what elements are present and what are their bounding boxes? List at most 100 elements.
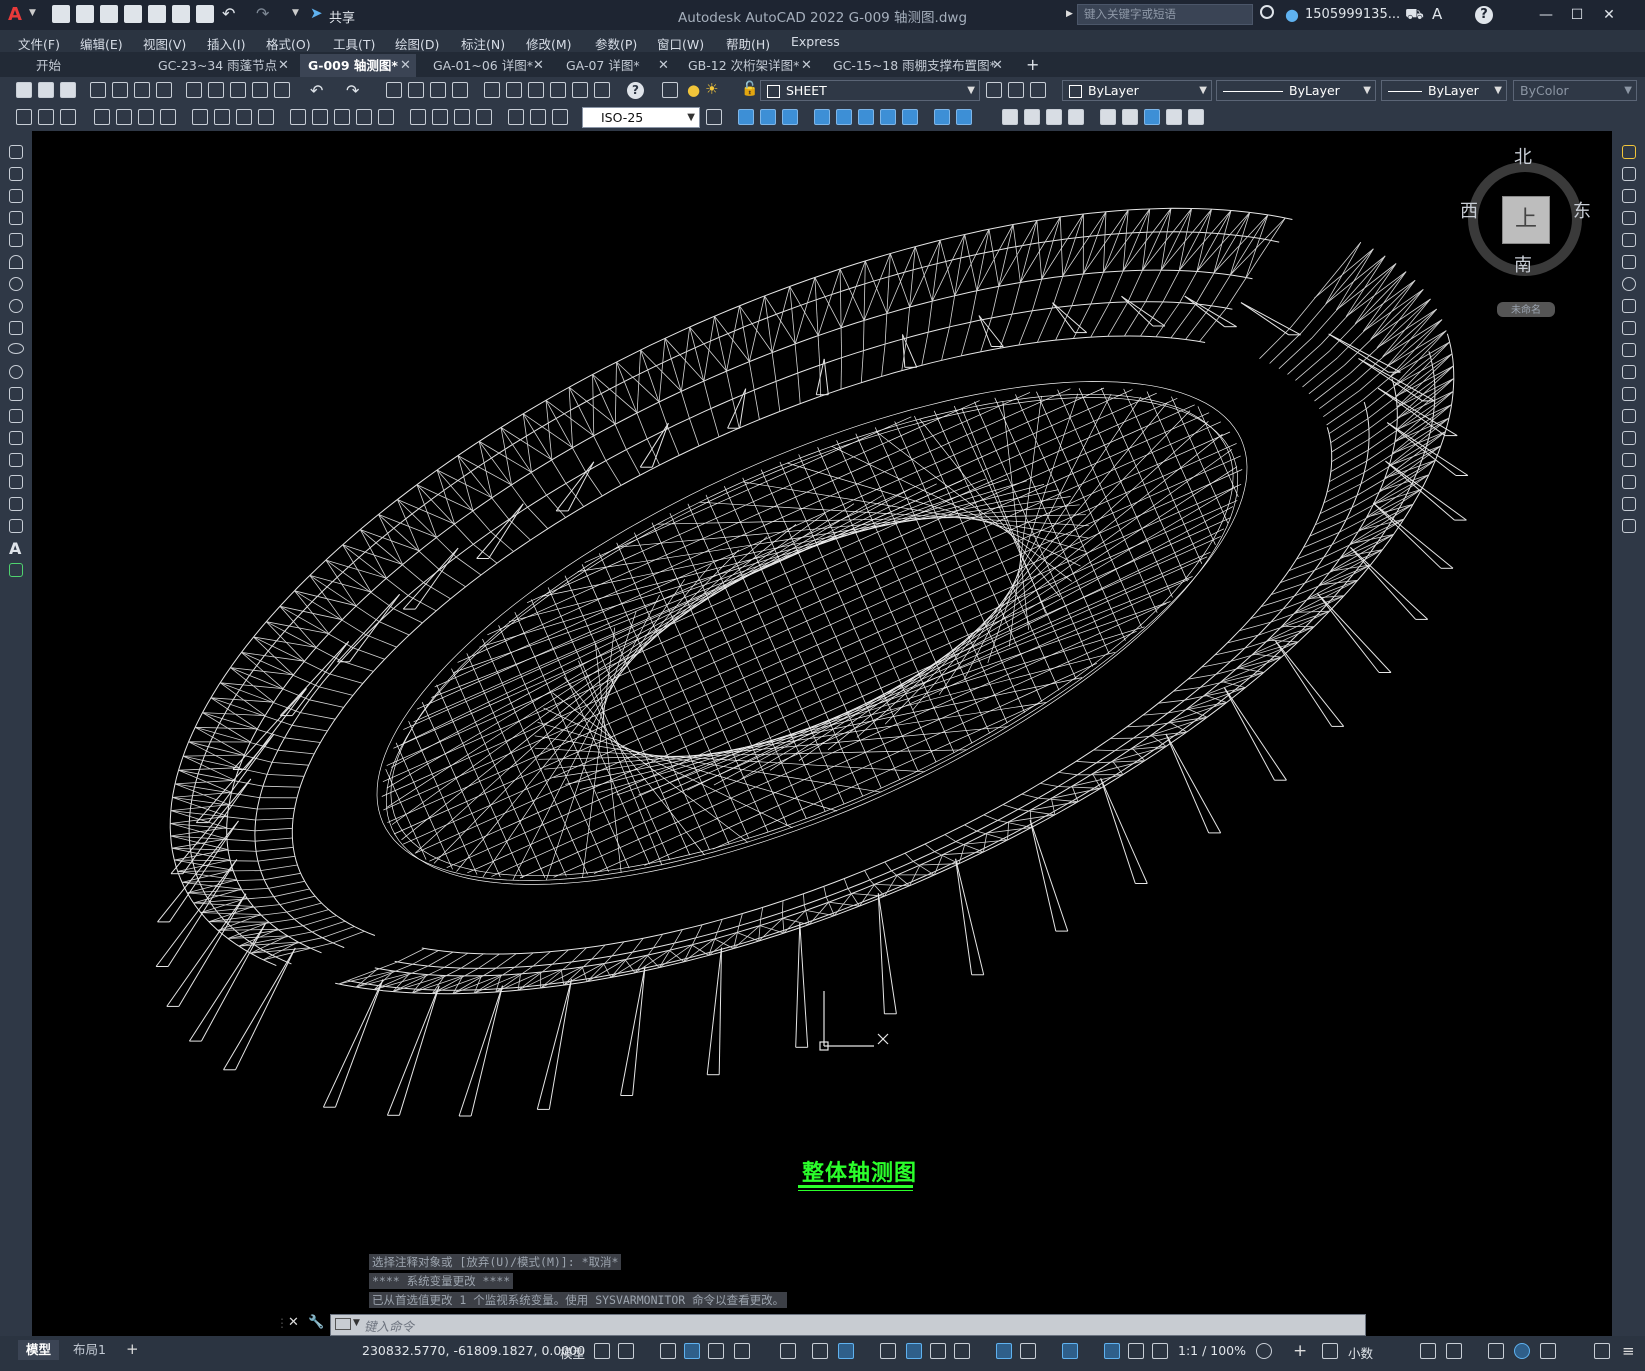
cut-icon[interactable] (186, 82, 202, 98)
object-snap-icon[interactable] (838, 1343, 854, 1359)
insert-block-icon[interactable] (9, 387, 23, 401)
point-icon[interactable] (9, 431, 23, 445)
command-customize-icon[interactable]: 🔧 (308, 1315, 324, 1330)
jogged-linear-icon[interactable] (410, 109, 426, 125)
add-layout-icon[interactable]: + (126, 1340, 139, 1358)
dim-text-edit-icon[interactable] (454, 109, 470, 125)
dim-diameter-icon[interactable] (160, 109, 176, 125)
compass-west[interactable]: 西 (1460, 197, 1478, 223)
interfere-icon[interactable] (1046, 109, 1062, 125)
layer-match-icon[interactable] (1030, 82, 1046, 98)
layer-previous-icon[interactable] (1008, 82, 1024, 98)
spline-icon[interactable] (9, 321, 23, 335)
explode-icon[interactable] (1622, 519, 1636, 533)
tab-model[interactable]: 模型 (18, 1340, 60, 1360)
menu-dimension[interactable]: 标注(N) (461, 34, 505, 53)
search-icon[interactable] (1260, 5, 1274, 19)
cursor-coordinates[interactable]: 230832.5770, -61809.1827, 0.0000 (362, 1343, 585, 1358)
tab-close-icon[interactable]: ✕ (801, 54, 812, 77)
calculator-icon[interactable] (594, 82, 610, 98)
box-icon[interactable] (738, 109, 754, 125)
cart-icon[interactable]: ⛟ (1405, 5, 1424, 25)
selection-cycling-icon[interactable] (930, 1343, 946, 1359)
annotation-scale-value[interactable]: 1:1 / 100% (1178, 1343, 1246, 1358)
customization-icon[interactable] (1594, 1343, 1610, 1359)
annotation-scale-icon[interactable] (1152, 1343, 1168, 1359)
stretch-icon[interactable] (1622, 321, 1636, 335)
rotate-icon[interactable] (1622, 277, 1636, 291)
gradient-icon[interactable] (9, 475, 23, 489)
save-icon[interactable] (60, 82, 76, 98)
transparency-icon[interactable] (906, 1343, 922, 1359)
3d-print-icon[interactable] (156, 82, 172, 98)
color-dropdown[interactable]: ByLayer ▼ (1062, 80, 1212, 101)
clean-icon[interactable] (1166, 109, 1182, 125)
slice-icon[interactable] (1024, 109, 1040, 125)
tab-gc23[interactable]: GC-23~34 雨蓬节点 ✕ (150, 54, 296, 77)
menu-modify[interactable]: 修改(M) (526, 34, 572, 53)
menu-edit[interactable]: 编辑(E) (80, 34, 123, 53)
command-grip-icon[interactable]: ⋮ (276, 1316, 288, 1330)
join-icon[interactable] (1622, 431, 1636, 445)
a360-icon[interactable]: A (1432, 5, 1442, 23)
search-input[interactable]: 键入关键字或短语 (1077, 4, 1253, 25)
menu-draw[interactable]: 绘图(D) (395, 34, 439, 53)
isodraft-icon[interactable] (780, 1343, 796, 1359)
snap-icon[interactable] (618, 1343, 634, 1359)
lineweight-dropdown[interactable]: ByLayer ▼ (1381, 80, 1507, 101)
quick-properties-icon[interactable] (1420, 1343, 1436, 1359)
zoom-window-icon[interactable] (430, 82, 446, 98)
search-expand-icon[interactable]: ▶ (1066, 9, 1073, 19)
lineweight-icon[interactable] (880, 1343, 896, 1359)
units-value[interactable]: 小数 (1348, 1343, 1373, 1362)
ucs-menu[interactable]: 未命名 (1497, 302, 1555, 317)
extrude-icon[interactable] (814, 109, 830, 125)
model-space-button[interactable]: 模型 (560, 1343, 585, 1362)
markup-icon[interactable] (572, 82, 588, 98)
new-tab-icon[interactable]: + (1026, 55, 1039, 74)
separate-icon[interactable] (1144, 109, 1160, 125)
tab-close-icon[interactable]: ✕ (400, 54, 411, 77)
inspect-icon[interactable] (378, 109, 394, 125)
mirror-icon[interactable] (1622, 189, 1636, 203)
mtext-icon[interactable]: A (9, 539, 21, 558)
tab-close-icon[interactable]: ✕ (533, 54, 544, 77)
tab-start[interactable]: 开始 (28, 54, 146, 77)
drawing-canvas[interactable]: 上 北 南 东 西 未命名 整体轴测图 选择注释对象或 [放弃(U)/模式(M)… (32, 131, 1612, 1336)
layer-properties-icon[interactable] (662, 82, 678, 98)
tab-g009[interactable]: G-009 轴测图* ✕ (300, 54, 416, 77)
circle-icon[interactable] (9, 277, 23, 291)
cone-icon[interactable] (782, 109, 798, 125)
line-icon[interactable] (9, 145, 23, 159)
hardware-acceleration-icon[interactable] (1514, 1343, 1530, 1359)
minimize-icon[interactable]: — (1535, 4, 1557, 26)
help-icon[interactable]: ? (627, 82, 644, 99)
pan-icon[interactable] (386, 82, 402, 98)
dim-radius-icon[interactable] (116, 109, 132, 125)
menu-help[interactable]: 帮助(H) (726, 34, 770, 53)
extend-icon[interactable] (1622, 365, 1636, 379)
zoom-realtime-icon[interactable] (408, 82, 424, 98)
ellipse-arc-icon[interactable] (9, 365, 23, 379)
object-snap-tracking-icon[interactable] (812, 1343, 828, 1359)
3d-osnap-icon[interactable] (954, 1343, 970, 1359)
command-history-arrow-icon[interactable]: ▼ (353, 1318, 360, 1328)
compass-south[interactable]: 南 (1514, 251, 1532, 277)
menu-window[interactable]: 窗口(W) (657, 34, 704, 53)
menu-format[interactable]: 格式(O) (266, 34, 311, 53)
menu-tools[interactable]: 工具(T) (333, 34, 375, 53)
maximize-icon[interactable]: ☐ (1566, 4, 1588, 26)
block-editor-icon[interactable] (274, 82, 290, 98)
layer-lock-icon[interactable]: 🔓 (741, 81, 758, 97)
clean-screen-icon[interactable] (1540, 1343, 1556, 1359)
grid-icon[interactable] (594, 1343, 610, 1359)
offset-icon[interactable] (1622, 211, 1636, 225)
tab-close-icon[interactable]: ✕ (992, 54, 1003, 77)
move-icon[interactable] (1622, 255, 1636, 269)
ortho-icon[interactable] (708, 1343, 724, 1359)
dimstyle-dropdown[interactable]: ISO-25 ▼ (582, 107, 700, 128)
make-current-icon[interactable] (986, 82, 1002, 98)
loft-icon[interactable] (880, 109, 896, 125)
tab-ga01[interactable]: GA-01~06 详图* ✕ (425, 54, 550, 77)
center-mark-icon[interactable] (356, 109, 372, 125)
